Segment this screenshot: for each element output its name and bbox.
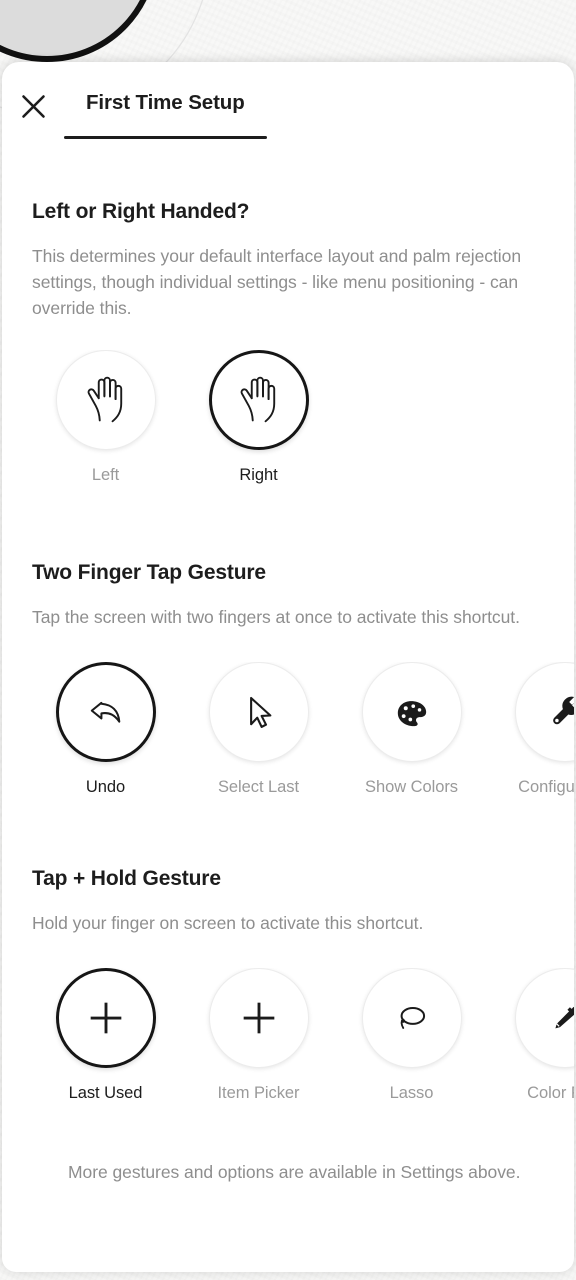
option-configure-tool[interactable]: Configure To — [488, 662, 574, 797]
hand-left-icon — [87, 376, 122, 423]
option-circle — [208, 350, 309, 450]
option-item-picker[interactable]: Item Picker — [182, 968, 335, 1103]
option-circle — [208, 662, 309, 762]
option-circle — [361, 662, 462, 762]
wrench-icon — [552, 696, 574, 725]
option-lasso[interactable]: Lasso — [335, 968, 488, 1103]
option-right[interactable]: Right — [182, 350, 335, 485]
section-title: Left or Right Handed? — [32, 200, 250, 223]
section-title: Two Finger Tap Gesture — [32, 561, 266, 584]
section-handedness: Left or Right Handed? This determines yo… — [2, 200, 574, 485]
plus-icon — [90, 1002, 121, 1034]
option-circle — [55, 968, 156, 1068]
option-circle — [514, 968, 574, 1068]
option-label: Lasso — [389, 1084, 434, 1102]
option-label: Select Last — [217, 778, 300, 796]
section-description: Hold your finger on screen to activate t… — [32, 913, 424, 933]
palette-icon — [397, 701, 426, 727]
hand-right-icon — [240, 376, 275, 423]
option-label: Undo — [85, 778, 126, 796]
tab-active-indicator — [64, 136, 267, 139]
option-circle — [55, 350, 156, 450]
option-label: Color Pick — [527, 1084, 574, 1102]
sheet-header: First Time Setup — [2, 62, 574, 154]
first-time-setup-sheet: First Time Setup Left or Right Handed? T… — [2, 62, 574, 1272]
footer-note: More gestures and options are available … — [68, 1162, 521, 1182]
section-tap-hold: Tap + Hold Gesture Hold your finger on s… — [2, 867, 574, 1103]
option-label: Show Colors — [365, 778, 458, 796]
option-last-used[interactable]: Last Used — [29, 968, 182, 1103]
option-label: Configure To — [518, 778, 574, 796]
section-two-finger-tap: Two Finger Tap Gesture Tap the screen wi… — [2, 561, 574, 797]
section-description: This determines your default interface l… — [32, 246, 522, 318]
option-row-two-finger-tap[interactable]: Undo Select Last Show Colors Configu — [2, 662, 574, 797]
option-color-picker[interactable]: Color Pick — [488, 968, 574, 1103]
option-circle — [55, 662, 156, 762]
option-left[interactable]: Left — [29, 350, 182, 485]
plus-icon — [243, 1002, 274, 1034]
option-circle — [208, 968, 309, 1068]
lasso-icon — [400, 1007, 425, 1029]
section-title: Tap + Hold Gesture — [32, 867, 221, 890]
option-label: Last Used — [68, 1084, 143, 1102]
close-icon — [21, 95, 45, 118]
undo-arrow-icon — [90, 701, 120, 723]
tab-first-time-setup[interactable]: First Time Setup — [64, 90, 267, 139]
option-circle — [514, 662, 574, 762]
option-show-colors[interactable]: Show Colors — [335, 662, 488, 797]
tab-label: First Time Setup — [86, 91, 245, 114]
option-label: Left — [91, 466, 120, 484]
close-button[interactable] — [2, 90, 64, 120]
section-description: Tap the screen with two fingers at once … — [32, 607, 520, 627]
cursor-arrow-icon — [249, 696, 271, 728]
option-undo[interactable]: Undo — [29, 662, 182, 797]
option-row-tap-hold[interactable]: Last Used Item Picker Lasso Color — [2, 968, 574, 1103]
option-circle — [361, 968, 462, 1068]
option-row-handedness[interactable]: Left Right — [2, 350, 574, 485]
option-label: Right — [239, 466, 278, 484]
eyedropper-icon — [554, 1006, 574, 1029]
sheet-body[interactable]: Left or Right Handed? This determines yo… — [2, 154, 574, 1272]
option-label: Item Picker — [217, 1084, 300, 1102]
option-select-last[interactable]: Select Last — [182, 662, 335, 797]
